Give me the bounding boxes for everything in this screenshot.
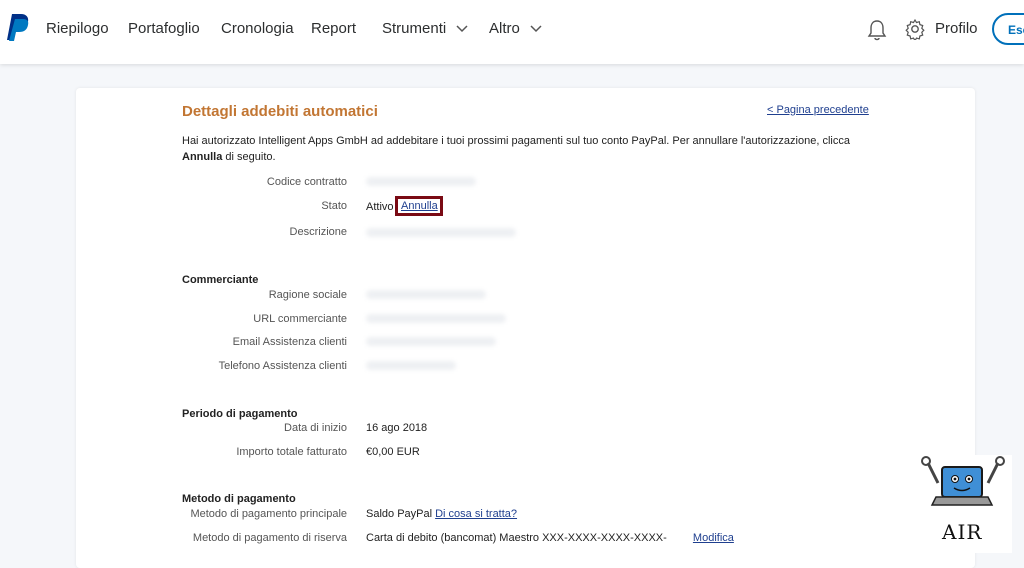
status-value: Attivo <box>366 201 394 213</box>
nav-cronologia[interactable]: Cronologia <box>221 20 294 37</box>
merchant-heading: Commerciante <box>182 274 259 286</box>
start-date-label: Data di inizio <box>284 422 347 434</box>
phone-label: Telefono Assistenza clienti <box>218 360 347 372</box>
primary-method-label: Metodo di pagamento principale <box>190 508 347 520</box>
what-is-this-link[interactable]: Di cosa si tratta? <box>435 508 517 520</box>
redacted-value <box>366 337 496 346</box>
redacted-value <box>366 228 516 237</box>
company-label: Ragione sociale <box>268 289 347 301</box>
chevron-down-icon <box>456 25 468 33</box>
backup-method-value: Carta di debito (bancomat) Maestro XXX-X… <box>366 532 734 544</box>
redacted-value <box>366 314 506 323</box>
intro-text-bold: Annulla <box>182 151 223 163</box>
nav-strumenti[interactable]: Strumenti <box>382 20 468 37</box>
nav-report[interactable]: Report <box>311 20 356 37</box>
nav-strumenti-label: Strumenti <box>382 20 447 37</box>
robot-laptop-icon <box>921 456 1005 506</box>
intro-text-part2: di seguito. <box>222 151 276 163</box>
redacted-value <box>366 290 486 299</box>
intro-text: Hai autorizzato Intelligent Apps GmbH ad… <box>182 133 872 165</box>
backup-method-text: Carta di debito (bancomat) Maestro XXX-X… <box>366 532 667 544</box>
edit-link[interactable]: Modifica <box>693 532 734 544</box>
redacted-value <box>366 177 476 186</box>
period-heading: Periodo di pagamento <box>182 408 298 420</box>
nav-portafoglio[interactable]: Portafoglio <box>128 20 200 37</box>
payment-heading: Metodo di pagamento <box>182 493 296 505</box>
intro-text-part1: Hai autorizzato Intelligent Apps GmbH ad… <box>182 135 850 147</box>
url-label: URL commerciante <box>253 313 347 325</box>
contract-label: Codice contratto <box>266 176 347 188</box>
primary-method-text: Saldo PayPal <box>366 508 433 520</box>
back-link[interactable]: < Pagina precedente <box>767 104 869 116</box>
air-watermark-text: AIR <box>942 520 983 544</box>
total-billed-label: Importo totale fatturato <box>236 446 347 458</box>
paypal-logo-icon[interactable] <box>5 12 31 42</box>
profile-link[interactable]: Profilo <box>935 20 978 37</box>
page-title: Dettagli addebiti automatici <box>182 103 378 120</box>
primary-method-value: Saldo PayPal Di cosa si tratta? <box>366 508 517 520</box>
gear-icon[interactable] <box>904 18 926 40</box>
cancel-link[interactable]: Annulla <box>401 200 438 212</box>
logout-button[interactable]: Esc <box>992 13 1024 45</box>
top-navigation-bar: Riepilogo Portafoglio Cronologia Report … <box>0 0 1024 64</box>
backup-method-label: Metodo di pagamento di riserva <box>192 532 347 544</box>
bell-icon[interactable] <box>866 18 888 42</box>
description-label: Descrizione <box>289 226 347 238</box>
nav-riepilogo[interactable]: Riepilogo <box>46 20 109 37</box>
start-date-value: 16 ago 2018 <box>366 422 428 434</box>
nav-altro-label: Altro <box>489 20 520 37</box>
nav-altro[interactable]: Altro <box>489 20 542 37</box>
email-label: Email Assistenza clienti <box>232 336 347 348</box>
status-label: Stato <box>321 200 347 212</box>
chevron-down-icon <box>530 25 542 33</box>
redacted-value <box>366 361 456 370</box>
total-billed-value: €0,00 EUR <box>366 446 420 458</box>
